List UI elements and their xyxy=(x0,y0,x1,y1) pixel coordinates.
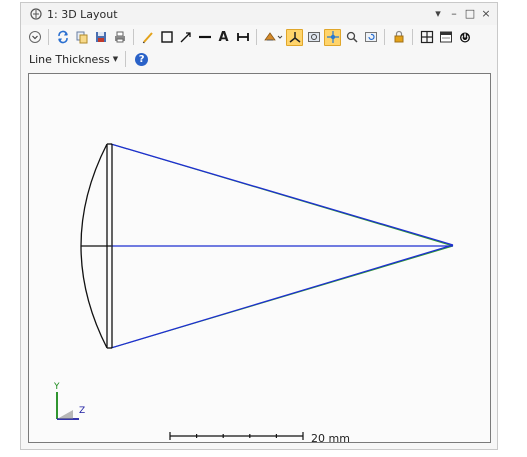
layout-drawing xyxy=(56,143,454,440)
maximize-button[interactable]: □ xyxy=(463,6,477,20)
layout-plot-area[interactable]: Y Z 20 mm xyxy=(28,73,491,445)
copy-icon[interactable] xyxy=(73,29,90,46)
title-bar: 1: 3D Layout ▾ – □ × xyxy=(21,3,497,25)
arrow-icon[interactable] xyxy=(177,29,194,46)
axis-label-z: Z xyxy=(79,406,86,416)
help-icon[interactable]: ? xyxy=(133,51,150,68)
window-menu-button[interactable]: ▾ xyxy=(431,6,445,20)
line-thickness-label: Line Thickness xyxy=(29,52,110,66)
minimize-button[interactable]: – xyxy=(447,6,461,20)
axis-indicator xyxy=(56,392,79,420)
toolbar-separator xyxy=(412,29,413,45)
help-label: ? xyxy=(138,53,145,65)
window-title: 1: 3D Layout xyxy=(47,7,118,21)
toolbar-separator xyxy=(256,29,257,45)
ray-bottom xyxy=(110,244,454,349)
secondary-toolbar: Line Thickness ▼ ? xyxy=(21,49,497,69)
reset-icon[interactable] xyxy=(362,29,379,46)
zoom-icon[interactable] xyxy=(343,29,360,46)
toolbar-separator xyxy=(133,29,134,45)
axes-icon[interactable] xyxy=(286,28,303,46)
close-button[interactable]: × xyxy=(479,6,493,20)
rotate-icon[interactable] xyxy=(262,29,284,46)
scale-label: 20 mm xyxy=(311,432,350,445)
toolbar-separator xyxy=(48,29,49,45)
power-icon[interactable] xyxy=(456,29,473,46)
zoom-rect-icon[interactable] xyxy=(305,29,322,46)
text-icon[interactable]: A xyxy=(215,29,232,46)
chevron-down-icon: ▼ xyxy=(112,55,119,63)
dimension-icon[interactable] xyxy=(234,29,251,46)
main-toolbar: A xyxy=(21,25,497,49)
rectangle-icon[interactable] xyxy=(158,29,175,46)
toolbar-separator xyxy=(125,51,127,67)
lock-icon[interactable] xyxy=(390,29,407,46)
axis-label-y: Y xyxy=(54,382,60,392)
scale-bar xyxy=(169,432,304,440)
expand-icon[interactable] xyxy=(26,29,43,46)
line-thickness-dropdown[interactable]: Line Thickness ▼ xyxy=(29,53,118,66)
ray-top xyxy=(110,143,454,246)
line-icon[interactable] xyxy=(196,29,213,46)
print-icon[interactable] xyxy=(111,29,128,46)
window-logo-icon xyxy=(29,7,43,21)
window-icon[interactable] xyxy=(437,29,454,46)
layout-window: 1: 3D Layout ▾ – □ × A Line Thickness ▼ … xyxy=(20,2,498,450)
pencil-icon[interactable] xyxy=(139,29,156,46)
text-tool-label: A xyxy=(218,29,229,45)
pan-icon[interactable] xyxy=(324,28,341,46)
refresh-icon[interactable] xyxy=(54,29,71,46)
fit-icon[interactable] xyxy=(418,29,435,46)
save-icon[interactable] xyxy=(92,29,109,46)
toolbar-separator xyxy=(384,29,385,45)
